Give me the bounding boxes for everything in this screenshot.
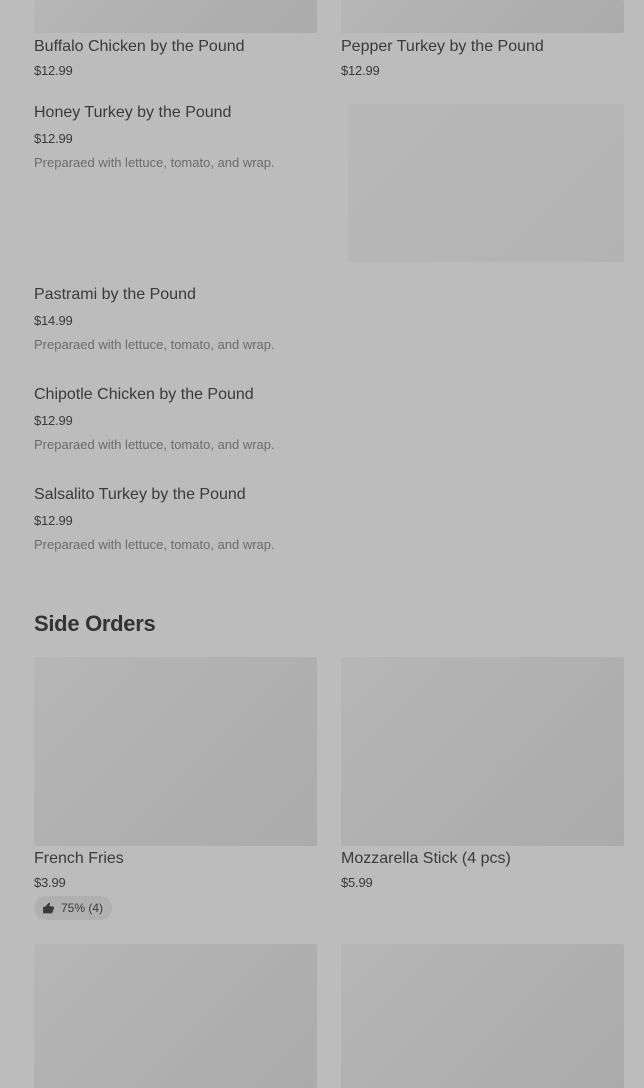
item-image-buffalo-chicken[interactable]: [34, 0, 317, 33]
item-image: [34, 657, 317, 846]
item-description: Preparaed with lettuce, tomato, and wrap…: [34, 537, 275, 552]
item-image-next-right[interactable]: [341, 944, 624, 1088]
item-name: Honey Turkey by the Pound: [34, 104, 232, 121]
section-title-side-orders: Side Orders: [34, 611, 156, 636]
item-price: $12.99: [34, 513, 73, 528]
item-name-pepper-turkey[interactable]: Pepper Turkey by the Pound: [341, 38, 544, 56]
item-price-pepper-turkey: $12.99: [341, 63, 380, 78]
item-price: $12.99: [34, 131, 73, 146]
item-name: French Fries: [34, 850, 124, 867]
item-price: $12.99: [34, 413, 73, 428]
item-price: $14.99: [34, 313, 73, 328]
item-name: Chipotle Chicken by the Pound: [34, 386, 254, 403]
item-description: Preparaed with lettuce, tomato, and wrap…: [34, 155, 275, 170]
item-price: $3.99: [34, 875, 66, 890]
rating-text: 75% (4): [61, 901, 104, 915]
item-image: [348, 104, 624, 262]
item-name: Pastrami by the Pound: [34, 286, 196, 303]
item-description: Preparaed with lettuce, tomato, and wrap…: [34, 437, 275, 452]
item-price: $5.99: [341, 875, 373, 890]
item-name: Mozzarella Stick (4 pcs): [341, 850, 511, 867]
menu-page: Buffalo Chicken by the Pound $12.99 Pepp…: [0, 0, 644, 1088]
item-description: Preparaed with lettuce, tomato, and wrap…: [34, 337, 275, 352]
item-image-pepper-turkey[interactable]: [341, 0, 624, 33]
item-image-next-left[interactable]: [34, 944, 317, 1088]
item-name: Salsalito Turkey by the Pound: [34, 486, 246, 503]
item-price-buffalo-chicken: $12.99: [34, 63, 73, 78]
rating-badge: 75% (4): [34, 896, 113, 920]
item-name-buffalo-chicken[interactable]: Buffalo Chicken by the Pound: [34, 38, 245, 56]
thumbs-up-icon: [42, 902, 55, 915]
item-image: [341, 657, 624, 846]
